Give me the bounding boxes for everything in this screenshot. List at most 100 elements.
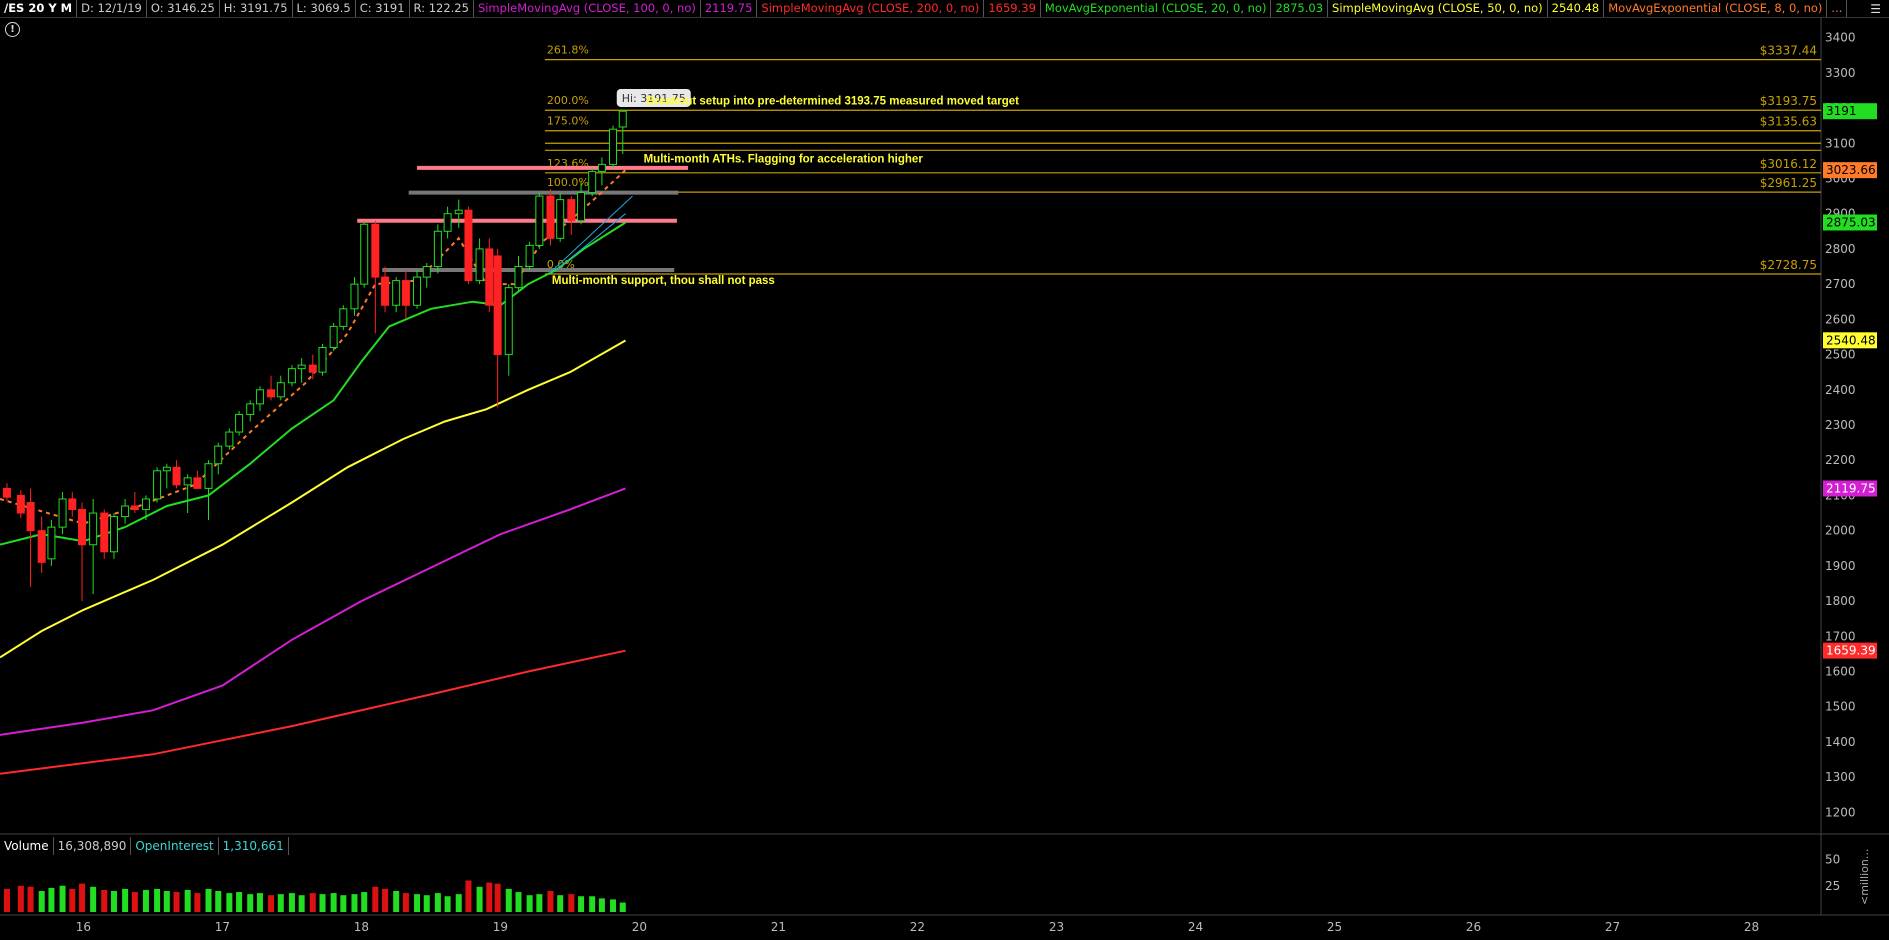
candle xyxy=(297,358,306,383)
candle xyxy=(329,322,338,352)
x-tick-label: 22 xyxy=(910,920,925,934)
candle xyxy=(287,365,296,387)
y-tick-label: 1600 xyxy=(1825,665,1856,679)
y-tick-label: 1900 xyxy=(1825,559,1856,573)
candle-body xyxy=(109,516,118,553)
candle-body xyxy=(443,213,452,232)
volume-bar xyxy=(131,892,138,912)
candle-body xyxy=(308,364,317,373)
candle xyxy=(556,192,565,242)
fib-level-price: $3135.63 xyxy=(1760,115,1817,129)
candle-body xyxy=(556,199,565,239)
open-interest-label: OpenInterest xyxy=(131,837,219,855)
y-tick-label: 2800 xyxy=(1825,242,1856,256)
candle xyxy=(609,125,618,168)
x-tick-label: 20 xyxy=(632,920,647,934)
volume-bar xyxy=(319,894,326,912)
volume-tick-label: 50 xyxy=(1825,853,1840,867)
candle-body xyxy=(401,280,410,306)
candle xyxy=(318,344,327,376)
x-tick-label: 23 xyxy=(1049,920,1064,934)
candle xyxy=(535,192,544,249)
candle xyxy=(58,491,67,535)
volume-bar xyxy=(547,891,554,912)
volume-label: Volume xyxy=(0,837,54,855)
volume-bar xyxy=(476,886,483,912)
y-tick-label: 2400 xyxy=(1825,383,1856,397)
volume-bar xyxy=(110,891,117,912)
candle-body xyxy=(246,403,255,415)
candle xyxy=(308,354,317,380)
y-tick-label: 3300 xyxy=(1825,66,1856,80)
y-tick-label: 1200 xyxy=(1825,805,1856,819)
candle-body xyxy=(276,382,285,398)
candle xyxy=(433,224,442,274)
volume-bar xyxy=(184,889,191,912)
candle-body xyxy=(588,170,597,194)
candle-body xyxy=(504,287,513,356)
candle-body xyxy=(318,347,327,373)
candle-body xyxy=(225,431,234,447)
candle xyxy=(392,277,401,313)
volume-bar xyxy=(423,895,430,912)
x-tick-label: 24 xyxy=(1188,920,1203,934)
candle-body xyxy=(371,223,380,278)
candle xyxy=(78,502,87,602)
volume-bar xyxy=(215,891,222,912)
volume-bar xyxy=(340,895,347,912)
volume-bar xyxy=(361,892,368,912)
moving-average-line xyxy=(0,339,626,659)
candle-body xyxy=(350,283,359,310)
candle xyxy=(172,460,181,489)
candle xyxy=(464,206,473,285)
volume-bar xyxy=(589,896,596,912)
y-tick-label: 1500 xyxy=(1825,700,1856,714)
moving-average-line xyxy=(0,649,626,775)
candle-body xyxy=(172,466,181,486)
volume-bar xyxy=(173,892,180,912)
volume-header: Volume 16,308,890 OpenInterest 1,310,661 xyxy=(0,837,289,855)
candle xyxy=(454,199,463,228)
candle-body xyxy=(577,192,586,222)
candle-body xyxy=(130,505,139,511)
candle xyxy=(37,516,46,573)
candle xyxy=(2,483,11,501)
candle-body xyxy=(329,325,338,349)
y-tick-label: 2200 xyxy=(1825,453,1856,467)
candle xyxy=(100,509,109,559)
volume-bar xyxy=(69,888,76,912)
candle xyxy=(204,460,213,521)
candle xyxy=(546,189,555,246)
x-tick-label: 16 xyxy=(76,920,91,934)
volume-bar xyxy=(163,891,170,912)
y-tick-label: 3400 xyxy=(1825,31,1856,45)
candle xyxy=(193,470,202,489)
candle-body xyxy=(597,163,606,172)
y-tick-label: 1800 xyxy=(1825,594,1856,608)
x-tick-label: 26 xyxy=(1466,920,1481,934)
candle-body xyxy=(525,244,534,268)
alert-circle-icon[interactable]: ! xyxy=(5,22,20,37)
candle xyxy=(246,400,255,422)
volume-tick-label: 25 xyxy=(1825,879,1840,893)
volume-bar xyxy=(393,891,400,912)
candle xyxy=(525,241,534,271)
y-tick-label: 1400 xyxy=(1825,735,1856,749)
y-tick-label: 2500 xyxy=(1825,348,1856,362)
candle-body xyxy=(567,199,576,222)
volume-bar xyxy=(59,885,66,912)
candle-body xyxy=(464,209,473,282)
volume-bar xyxy=(48,887,55,912)
candle-body xyxy=(2,487,11,498)
candle-body xyxy=(16,494,25,514)
price-chart[interactable]: 1200130014001500160017001800190020002100… xyxy=(0,0,1889,940)
candle xyxy=(214,442,223,475)
price-tag: 2875.03 xyxy=(1826,215,1876,229)
price-tag: 2540.48 xyxy=(1826,333,1876,347)
volume-bar xyxy=(505,888,512,912)
candle xyxy=(514,255,523,292)
candle-body xyxy=(609,128,618,165)
candle xyxy=(267,375,276,401)
y-tick-label: 1300 xyxy=(1825,770,1856,784)
candle-body xyxy=(535,195,544,246)
